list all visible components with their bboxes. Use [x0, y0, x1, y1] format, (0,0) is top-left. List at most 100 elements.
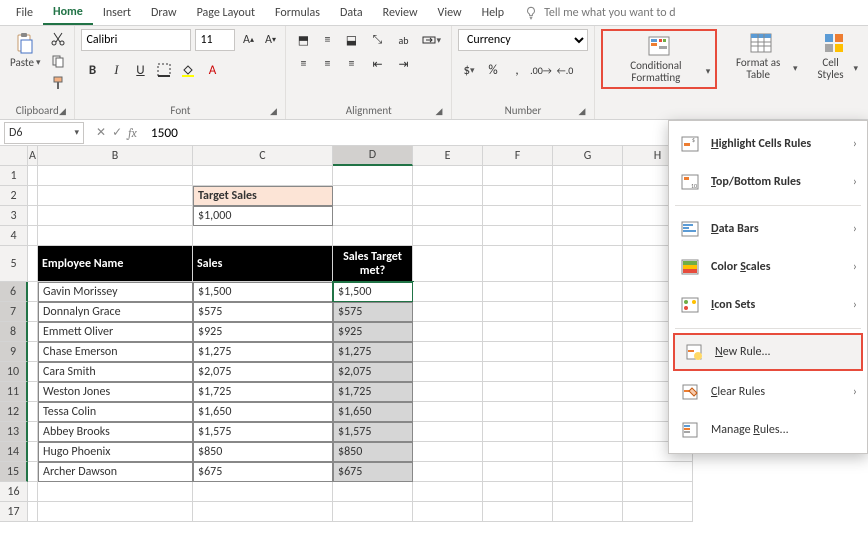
number-dialog-launcher[interactable]: ◢ — [576, 105, 588, 117]
row-header-17[interactable]: 17 — [0, 502, 28, 522]
row-header-13[interactable]: 13 — [0, 422, 28, 442]
cell-C15[interactable]: $675 — [193, 462, 333, 482]
cell-E2[interactable] — [413, 186, 483, 206]
cell-B10[interactable]: Cara Smith — [38, 362, 193, 382]
row-header-3[interactable]: 3 — [0, 206, 28, 226]
cell-E5[interactable] — [413, 246, 483, 282]
cell-B11[interactable]: Weston Jones — [38, 382, 193, 402]
percent-button[interactable]: % — [482, 59, 504, 81]
cell-C12[interactable]: $1,650 — [193, 402, 333, 422]
bold-button[interactable]: B — [81, 59, 103, 81]
cell-G5[interactable] — [553, 246, 623, 282]
cf-data-bars[interactable]: Data Bars › — [669, 210, 867, 248]
cell-D17[interactable] — [333, 502, 413, 522]
row-header-4[interactable]: 4 — [0, 226, 28, 246]
cell-F16[interactable] — [483, 482, 553, 502]
cell-D12[interactable]: $1,650 — [333, 402, 413, 422]
cell-A17[interactable] — [28, 502, 38, 522]
cancel-formula-button[interactable]: ✕ — [96, 125, 106, 140]
cf-top-bottom-rules[interactable]: 10 Top/Bottom Rules › — [669, 163, 867, 201]
row-header-5[interactable]: 5 — [0, 246, 28, 282]
cell-C14[interactable]: $850 — [193, 442, 333, 462]
cell-F10[interactable] — [483, 362, 553, 382]
cell-F2[interactable] — [483, 186, 553, 206]
row-header-14[interactable]: 14 — [0, 442, 28, 462]
cf-manage-rules[interactable]: Manage Rules... — [669, 411, 867, 449]
cell-G4[interactable] — [553, 226, 623, 246]
font-dialog-launcher[interactable]: ◢ — [267, 105, 279, 117]
increase-font-button[interactable]: A▴ — [239, 29, 257, 51]
border-button[interactable] — [153, 59, 175, 81]
increase-indent-button[interactable]: ⇥ — [392, 53, 414, 75]
cell-F13[interactable] — [483, 422, 553, 442]
cell-E17[interactable] — [413, 502, 483, 522]
cell-E7[interactable] — [413, 302, 483, 322]
name-box[interactable]: D6▾ — [4, 122, 84, 144]
tell-me-search[interactable]: Tell me what you want to d — [524, 6, 676, 20]
cell-B4[interactable] — [38, 226, 193, 246]
cell-D5[interactable]: Sales Target met? — [333, 246, 413, 282]
cell-A7[interactable] — [28, 302, 38, 322]
tab-home[interactable]: Home — [43, 1, 93, 25]
cell-H15[interactable] — [623, 462, 693, 482]
cell-F12[interactable] — [483, 402, 553, 422]
increase-decimal-button[interactable]: .00→ — [530, 59, 552, 81]
cell-B2[interactable] — [38, 186, 193, 206]
cell-G14[interactable] — [553, 442, 623, 462]
cell-A13[interactable] — [28, 422, 38, 442]
cell-G12[interactable] — [553, 402, 623, 422]
column-header-E[interactable]: E — [413, 146, 483, 166]
tab-formulas[interactable]: Formulas — [265, 2, 330, 24]
column-header-D[interactable]: D — [333, 146, 413, 166]
cell-E15[interactable] — [413, 462, 483, 482]
cell-G1[interactable] — [553, 166, 623, 186]
row-header-15[interactable]: 15 — [0, 462, 28, 482]
number-format-select[interactable]: Currency — [458, 29, 588, 51]
cell-E14[interactable] — [413, 442, 483, 462]
cell-B3[interactable] — [38, 206, 193, 226]
cell-G10[interactable] — [553, 362, 623, 382]
cell-G7[interactable] — [553, 302, 623, 322]
cell-B17[interactable] — [38, 502, 193, 522]
cell-F1[interactable] — [483, 166, 553, 186]
cell-F3[interactable] — [483, 206, 553, 226]
cell-F9[interactable] — [483, 342, 553, 362]
cf-highlight-cells-rules[interactable]: $ Highlight Cells Rules › — [669, 125, 867, 163]
wrap-text-button[interactable]: ab — [392, 29, 414, 51]
font-color-button[interactable]: A — [201, 59, 223, 81]
cell-C7[interactable]: $575 — [193, 302, 333, 322]
align-top-button[interactable]: ⬒ — [292, 29, 314, 51]
cell-B6[interactable]: Gavin Morissey — [38, 282, 193, 302]
tab-draw[interactable]: Draw — [141, 2, 187, 24]
cell-F15[interactable] — [483, 462, 553, 482]
cell-D3[interactable] — [333, 206, 413, 226]
cell-C16[interactable] — [193, 482, 333, 502]
column-header-F[interactable]: F — [483, 146, 553, 166]
cell-A9[interactable] — [28, 342, 38, 362]
cell-B14[interactable]: Hugo Phoenix — [38, 442, 193, 462]
cell-D15[interactable]: $675 — [333, 462, 413, 482]
fill-color-button[interactable] — [177, 59, 199, 81]
cell-G8[interactable] — [553, 322, 623, 342]
cell-G15[interactable] — [553, 462, 623, 482]
cell-D13[interactable]: $1,575 — [333, 422, 413, 442]
cell-D8[interactable]: $925 — [333, 322, 413, 342]
cell-F5[interactable] — [483, 246, 553, 282]
cell-A12[interactable] — [28, 402, 38, 422]
cf-color-scales[interactable]: Color Scales › — [669, 248, 867, 286]
cell-C8[interactable]: $925 — [193, 322, 333, 342]
cell-A16[interactable] — [28, 482, 38, 502]
align-center-button[interactable]: ≡ — [316, 53, 338, 75]
cell-A1[interactable] — [28, 166, 38, 186]
row-header-12[interactable]: 12 — [0, 402, 28, 422]
cell-A10[interactable] — [28, 362, 38, 382]
column-header-G[interactable]: G — [553, 146, 623, 166]
cell-G9[interactable] — [553, 342, 623, 362]
cut-button[interactable] — [48, 29, 68, 49]
cell-F14[interactable] — [483, 442, 553, 462]
cell-C1[interactable] — [193, 166, 333, 186]
tab-data[interactable]: Data — [330, 2, 373, 24]
tab-help[interactable]: Help — [472, 2, 515, 24]
cell-E3[interactable] — [413, 206, 483, 226]
cell-G3[interactable] — [553, 206, 623, 226]
